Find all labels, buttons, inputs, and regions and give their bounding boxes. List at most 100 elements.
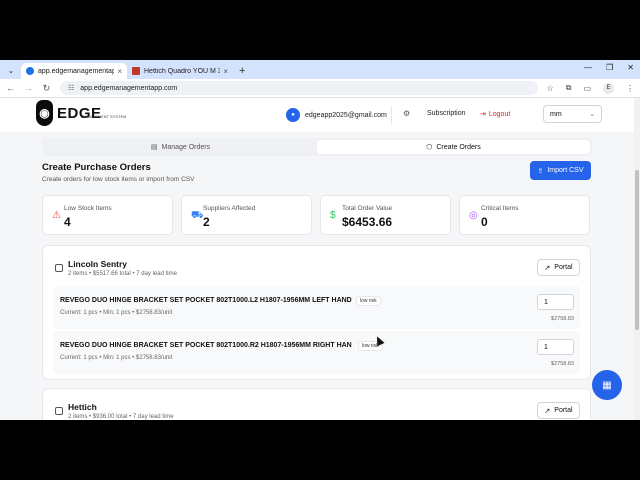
supplier-meta: 2 items • $936.00 total • 7 day lead tim… (68, 414, 174, 420)
stat-value: 0 (481, 215, 488, 229)
tab-search-icon[interactable]: ⌄ (4, 63, 18, 77)
supplier-meta: 2 items • $5517.66 total • 7 day lead ti… (68, 271, 177, 277)
stat-label: Suppliers Affected (203, 205, 256, 212)
tab-manage-orders[interactable]: ▤ Manage Orders (44, 140, 317, 154)
item-price: $2758.83 (551, 361, 574, 367)
sidepanel-icon[interactable]: ▭ (583, 84, 591, 93)
minimize-icon[interactable]: — (584, 63, 592, 72)
user-avatar-icon: ● (286, 108, 300, 122)
tab-title: Hettich Quadro YOU M 30kg S (144, 67, 221, 75)
logout-button[interactable]: ⇥ Logout (480, 110, 511, 119)
tab-title: app.edgemanagementapp.com (38, 67, 115, 75)
order-tabs: ▤ Manage Orders ⬡ Create Orders (42, 138, 592, 156)
supplier-name: Lincoln Sentry (68, 259, 128, 269)
item-price: $2758.83 (551, 316, 574, 322)
stat-value: $6453.66 (342, 215, 393, 229)
stat-value: 2 (203, 215, 210, 229)
stat-label: Critical Items (481, 205, 519, 212)
portal-label: Portal (554, 407, 573, 414)
browser-tabbar: ⌄ app.edgemanagementapp.com × Hettich Qu… (0, 60, 640, 79)
quantity-input[interactable]: 1 (537, 339, 574, 355)
supplier-card: Lincoln Sentry 2 items • $5517.66 total … (42, 245, 591, 380)
app-header: ◉ EDGE MANAGEMENT SYSTEM ● edgeapp2025@g… (0, 98, 640, 132)
dollar-icon: $ (330, 210, 336, 221)
new-tab-button[interactable]: + (239, 65, 245, 77)
user-email: edgeapp2025@gmail.com (305, 111, 387, 119)
forward-icon[interactable]: → (24, 83, 33, 93)
settings-gear-icon[interactable]: ⚙ (403, 109, 410, 118)
quantity-input[interactable]: 1 (537, 294, 574, 310)
item-name: REVEGO DUO HINGE BRACKET SET POCKET 802T… (60, 297, 352, 304)
supplier-checkbox[interactable] (55, 407, 63, 415)
subscription-link[interactable]: Subscription (427, 110, 466, 117)
divider (391, 106, 392, 124)
portal-button[interactable]: ↗ Portal (537, 259, 580, 276)
truck-icon: ⛟ (191, 210, 204, 221)
address-bar[interactable]: ☷ app.edgemanagementapp.com (60, 81, 538, 95)
user-menu[interactable]: ● edgeapp2025@gmail.com (286, 108, 387, 122)
restore-icon[interactable]: ❐ (606, 63, 613, 72)
supplier-checkbox[interactable] (55, 264, 63, 272)
tab-close-icon[interactable]: × (117, 67, 122, 76)
stat-card-suppliers: ⛟ Suppliers Affected 2 (181, 195, 312, 235)
portal-button[interactable]: ↗ Portal (537, 402, 580, 419)
stat-card-critical: ◎ Critical Items 0 (459, 195, 590, 235)
site-info-icon[interactable]: ☷ (68, 84, 74, 92)
stat-value: 4 (64, 215, 71, 229)
stat-card-low-stock: ⚠ Low Stock Items 4 (42, 195, 173, 235)
document-icon: ▤ (150, 144, 158, 151)
window-controls: — ❐ ✕ (584, 63, 634, 72)
tab-close-icon[interactable]: × (223, 67, 228, 76)
logo[interactable]: ◉ EDGE MANAGEMENT SYSTEM (36, 100, 127, 126)
logout-icon: ⇥ (480, 111, 486, 118)
external-link-icon: ↗ (544, 407, 551, 415)
order-item: REVEGO DUO HINGE BRACKET SET POCKET 802T… (53, 286, 580, 329)
tab-create-orders[interactable]: ⬡ Create Orders (317, 140, 590, 154)
target-icon: ◎ (469, 210, 478, 221)
portal-label: Portal (554, 264, 573, 271)
browser-tab-active[interactable]: app.edgemanagementapp.com × (21, 63, 127, 79)
stat-label: Low Stock Items (64, 205, 112, 212)
supplier-name: Hettich (68, 402, 97, 412)
floating-action-button[interactable]: ▦ (592, 370, 622, 400)
close-icon[interactable]: ✕ (627, 63, 634, 72)
grid-icon: ▦ (602, 379, 612, 391)
page-title: Create Purchase Orders (42, 162, 151, 173)
supplier-card: Hettich 2 items • $936.00 total • 7 day … (42, 388, 591, 420)
favicon-icon (132, 67, 140, 75)
tab-label: Manage Orders (161, 143, 211, 151)
upload-icon: ⇪ (537, 167, 544, 175)
reload-icon[interactable]: ↻ (42, 83, 51, 94)
item-meta: Current: 1 pcs • Min: 1 pcs • $2758.83/u… (60, 355, 173, 361)
main-content: ▤ Manage Orders ⬡ Create Orders Create P… (0, 132, 640, 420)
profile-avatar[interactable]: E (603, 82, 614, 94)
scrollbar[interactable] (634, 98, 640, 420)
order-item: REVEGO DUO HINGE BRACKET SET POCKET 802T… (53, 331, 580, 374)
warning-icon: ⚠ (52, 210, 61, 221)
logout-label: Logout (488, 110, 511, 118)
browser-tab[interactable]: Hettich Quadro YOU M 30kg S × (127, 63, 233, 79)
tab-label: Create Orders (436, 143, 481, 151)
chevron-down-icon: ⌄ (589, 111, 595, 118)
toolbar-actions: ☆ ⧉ ▭ E ⋮ (547, 82, 634, 94)
item-meta: Current: 1 pcs • Min: 1 pcs • $2758.83/u… (60, 310, 173, 316)
stat-label: Total Order Value (342, 205, 393, 212)
browser-toolbar: ← → ↻ ☷ app.edgemanagementapp.com ☆ ⧉ ▭ … (0, 79, 640, 98)
import-csv-button[interactable]: ⇪ Import CSV (530, 161, 591, 180)
unit-select[interactable]: mm ⌄ (543, 105, 602, 123)
page-subtitle: Create orders for low stock items or imp… (42, 176, 195, 183)
back-icon[interactable]: ← (6, 83, 15, 93)
favicon-icon (26, 67, 34, 75)
risk-badge: low risk (356, 296, 381, 306)
menu-icon[interactable]: ⋮ (626, 84, 634, 93)
unit-value: mm (550, 110, 562, 118)
bookmark-star-icon[interactable]: ☆ (547, 84, 554, 93)
stat-card-order-value: $ Total Order Value $6453.66 (320, 195, 451, 235)
import-label: Import CSV (547, 167, 584, 174)
logo-mark-icon: ◉ (36, 100, 53, 126)
extensions-icon[interactable]: ⧉ (566, 83, 572, 93)
logo-subtext: MANAGEMENT SYSTEM (81, 115, 127, 119)
screen: ⌄ app.edgemanagementapp.com × Hettich Qu… (0, 60, 640, 420)
scroll-thumb[interactable] (635, 170, 639, 330)
url-text: app.edgemanagementapp.com (80, 84, 178, 92)
